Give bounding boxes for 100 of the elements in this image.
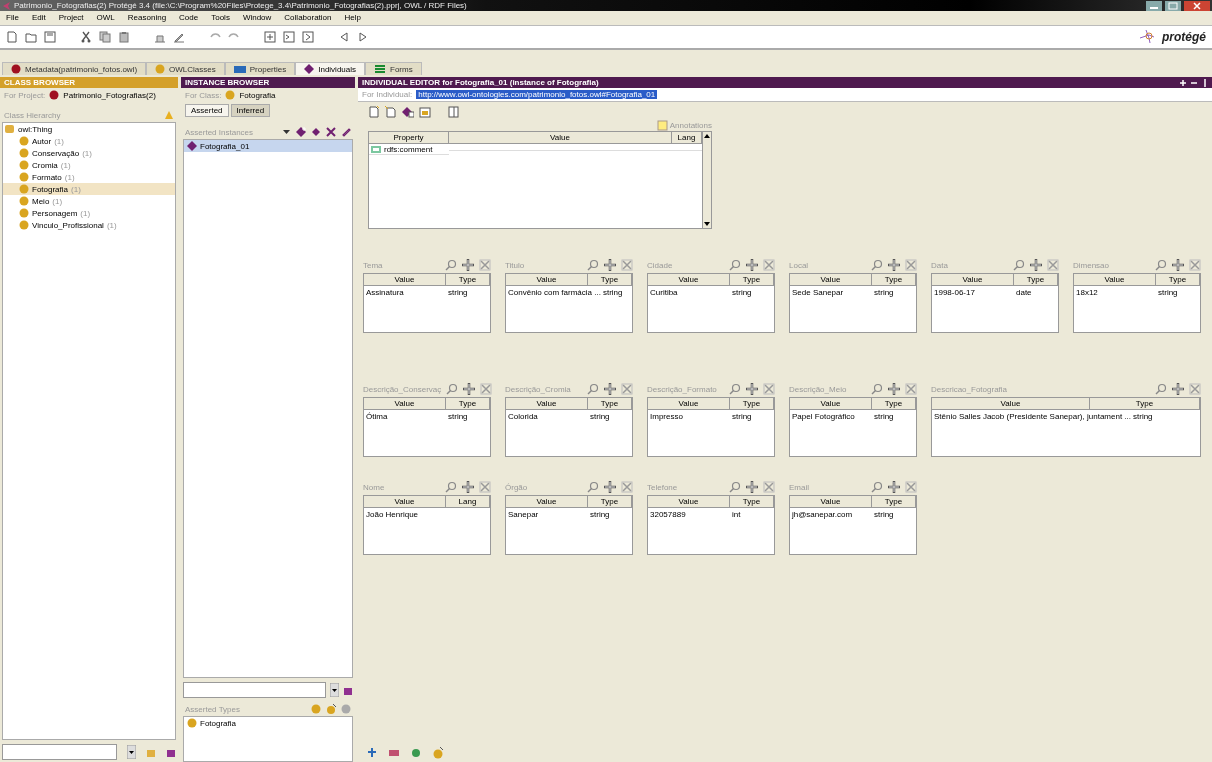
column-header[interactable]: Value: [790, 496, 872, 508]
remove-icon[interactable]: [1189, 383, 1201, 395]
edit-icon[interactable]: [173, 31, 185, 43]
tab[interactable]: Asserted: [185, 104, 229, 117]
resize-icon[interactable]: [1201, 78, 1209, 87]
dropdown-icon[interactable]: [282, 127, 291, 137]
individual-icon[interactable]: [402, 106, 414, 118]
menu-item[interactable]: Reasoning: [127, 12, 167, 22]
tree-item[interactable]: Autor (1): [3, 135, 175, 147]
create-type-icon[interactable]: [326, 704, 336, 714]
scroll-up-icon[interactable]: [703, 132, 711, 140]
column-header[interactable]: Type: [446, 274, 490, 286]
column-header[interactable]: Value: [932, 398, 1090, 410]
add-icon[interactable]: [888, 383, 900, 395]
tree-item[interactable]: Vinculo_Profissional (1): [3, 219, 175, 231]
remove-icon[interactable]: [1189, 259, 1201, 271]
remove-icon[interactable]: [479, 481, 491, 493]
tab[interactable]: Metadata(patrimonio_fotos.owl): [2, 62, 147, 75]
add-icon[interactable]: [463, 383, 476, 395]
find-instance-icon[interactable]: [166, 747, 176, 757]
tab[interactable]: Individuals: [295, 62, 366, 75]
add-icon[interactable]: [888, 481, 900, 493]
remove-icon[interactable]: [621, 383, 633, 395]
add-instance-icon[interactable]: [296, 127, 306, 137]
search-icon[interactable]: [587, 259, 599, 271]
add-icon[interactable]: [746, 259, 758, 271]
column-header[interactable]: Value: [790, 274, 872, 286]
column-header[interactable]: Value: [506, 496, 588, 508]
close-icon[interactable]: [1184, 0, 1210, 11]
folder-icon[interactable]: [25, 31, 37, 43]
cut-icon[interactable]: [80, 31, 92, 43]
column-header[interactable]: Lang: [446, 496, 490, 508]
column-header[interactable]: Lang: [672, 132, 702, 144]
column-header[interactable]: Type: [1090, 398, 1200, 410]
menu-item[interactable]: File: [6, 12, 19, 22]
column-header[interactable]: Property: [369, 132, 449, 144]
column-header[interactable]: Type: [1156, 274, 1200, 286]
add-icon[interactable]: [1172, 383, 1184, 395]
panel-icon[interactable]: [302, 31, 314, 43]
column-header[interactable]: Type: [730, 398, 774, 410]
remove-icon[interactable]: [621, 259, 633, 271]
tree-item[interactable]: Cromia (1): [3, 159, 175, 171]
tab[interactable]: Inferred: [230, 104, 271, 117]
remove-icon[interactable]: [621, 481, 633, 493]
column-header[interactable]: Value: [364, 398, 446, 410]
remove-icon[interactable]: [1047, 259, 1059, 271]
column-header[interactable]: Value: [790, 398, 872, 410]
menu-item[interactable]: Tools: [211, 12, 230, 22]
remove-icon[interactable]: [905, 481, 917, 493]
menu-item[interactable]: OWL: [96, 12, 115, 22]
add-icon[interactable]: [1030, 259, 1042, 271]
new-resource-icon[interactable]: [385, 106, 397, 118]
menu-item[interactable]: Window: [242, 12, 272, 22]
search-icon[interactable]: [871, 383, 883, 395]
remove-icon[interactable]: [763, 383, 775, 395]
rename-icon[interactable]: [341, 127, 351, 137]
add-icon[interactable]: [746, 481, 758, 493]
column-header[interactable]: Type: [588, 274, 632, 286]
search-icon[interactable]: [587, 383, 599, 395]
search-icon[interactable]: [1155, 383, 1167, 395]
remove-icon[interactable]: [388, 747, 400, 759]
add-icon[interactable]: [888, 259, 900, 271]
tab[interactable]: OWLClasses: [146, 62, 225, 75]
remove-icon[interactable]: [905, 383, 917, 395]
menu-item[interactable]: Edit: [31, 12, 46, 22]
column-header[interactable]: Type: [1014, 274, 1058, 286]
column-header[interactable]: Value: [648, 496, 730, 508]
tab[interactable]: Forms: [365, 62, 422, 75]
search-icon[interactable]: [871, 481, 883, 493]
column-header[interactable]: Type: [588, 398, 632, 410]
forward-icon[interactable]: [410, 747, 422, 759]
add-icon[interactable]: [1172, 259, 1184, 271]
dropdown-icon[interactable]: [330, 683, 339, 697]
tree-item[interactable]: Conservação (1): [3, 147, 175, 159]
column-header[interactable]: Type: [446, 398, 490, 410]
minimize-icon[interactable]: [1146, 0, 1162, 11]
panel-icon[interactable]: [283, 31, 295, 43]
add-icon[interactable]: [604, 259, 616, 271]
add-icon[interactable]: [604, 383, 616, 395]
search-icon[interactable]: [1013, 259, 1025, 271]
tree-item[interactable]: Formato (1): [3, 171, 175, 183]
add-icon[interactable]: [746, 383, 758, 395]
search-icon[interactable]: [1155, 259, 1167, 271]
column-header[interactable]: Type: [730, 496, 774, 508]
remove-icon[interactable]: [905, 259, 917, 271]
search-icon[interactable]: [587, 481, 599, 493]
column-header[interactable]: Type: [872, 398, 916, 410]
new-resource-icon[interactable]: [368, 106, 380, 118]
remove-icon[interactable]: [763, 481, 775, 493]
back-icon[interactable]: [338, 31, 350, 43]
column-header[interactable]: Type: [872, 274, 916, 286]
add-icon[interactable]: [604, 481, 616, 493]
instance-item[interactable]: Fotografia_01: [184, 140, 352, 152]
save-icon[interactable]: [44, 31, 56, 43]
create-icon[interactable]: [432, 747, 444, 759]
copy-icon[interactable]: [99, 31, 111, 43]
menu-item[interactable]: Code: [179, 12, 199, 22]
paste-icon[interactable]: [118, 31, 130, 43]
copy-instance-icon[interactable]: [311, 127, 321, 137]
column-header[interactable]: Value: [449, 132, 672, 144]
